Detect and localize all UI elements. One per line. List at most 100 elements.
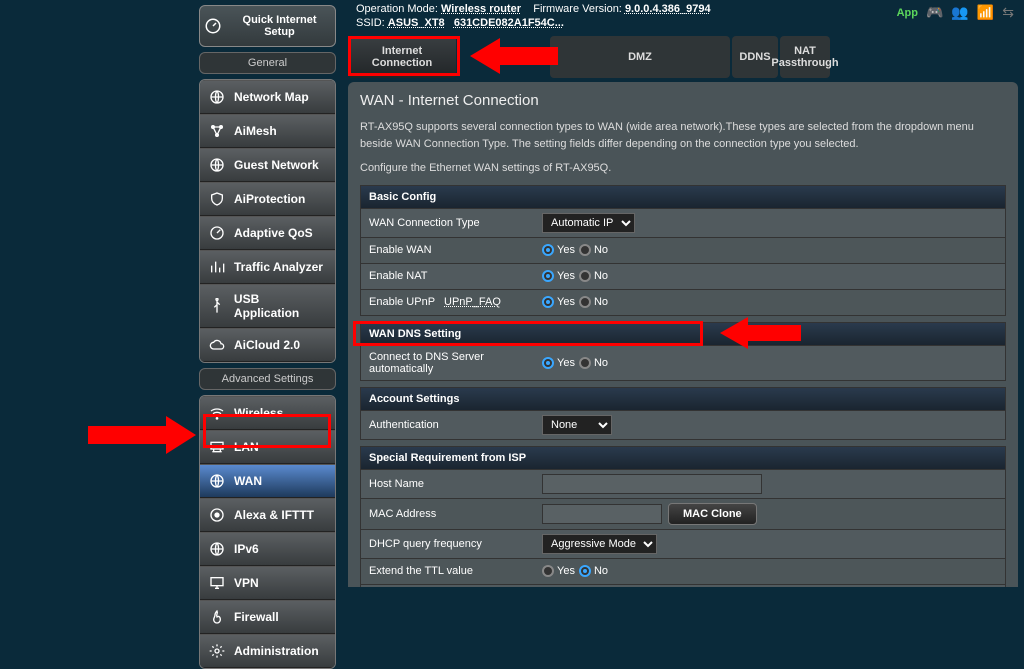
nav-advanced-firewall[interactable]: Firewall: [200, 600, 335, 634]
mac-clone-button[interactable]: MAC Clone: [668, 503, 757, 525]
nav-label: Guest Network: [234, 158, 319, 172]
globe-icon: [208, 88, 226, 106]
alexa-icon: [208, 506, 226, 524]
radio-yes[interactable]: Yes: [542, 565, 575, 577]
nav-general-traffic-analyzer[interactable]: Traffic Analyzer: [200, 250, 335, 284]
globe-icon: [208, 540, 226, 558]
globe-icon: [208, 472, 226, 490]
nav-label: AiProtection: [234, 192, 305, 206]
mesh-icon: [208, 122, 226, 140]
tab-internet-connection[interactable]: Internet Connection: [348, 36, 456, 78]
nav-general-network-map[interactable]: Network Map: [200, 80, 335, 114]
nav-general-aimesh[interactable]: AiMesh: [200, 114, 335, 148]
people-icon[interactable]: 👥: [951, 4, 968, 21]
fw-value[interactable]: 9.0.0.4.386_9794: [625, 3, 711, 16]
nav-general-adaptive-qos[interactable]: Adaptive QoS: [200, 216, 335, 250]
nav-advanced-ipv6[interactable]: IPv6: [200, 532, 335, 566]
dns-section: WAN DNS Setting Connect to DNS Server au…: [360, 322, 1006, 381]
enable-wan-radio[interactable]: Yes No: [536, 240, 1005, 260]
radio-no[interactable]: No: [579, 244, 608, 256]
account-section: Account Settings Authentication None: [360, 387, 1006, 440]
dns-header: WAN DNS Setting: [361, 323, 1005, 345]
radio-yes[interactable]: Yes: [542, 244, 575, 256]
wan-conn-type-label: WAN Connection Type: [361, 212, 536, 234]
nav-advanced-vpn[interactable]: VPN: [200, 566, 335, 600]
basic-config-section: Basic Config WAN Connection Type Automat…: [360, 185, 1006, 316]
nav-label: Alexa & IFTTT: [234, 508, 314, 522]
tab-dmz[interactable]: DMZ: [550, 36, 730, 78]
host-label: Host Name: [361, 473, 536, 495]
shield-icon: [208, 190, 226, 208]
lan-icon: [208, 438, 226, 456]
radio-no[interactable]: No: [579, 565, 608, 577]
host-input[interactable]: [542, 474, 762, 494]
quick-setup-button[interactable]: Quick Internet Setup: [199, 5, 336, 47]
enable-nat-radio[interactable]: Yes No: [536, 266, 1005, 286]
app-label[interactable]: App: [897, 7, 918, 19]
ssid-label: SSID:: [356, 17, 385, 29]
antenna-icon[interactable]: 📶: [977, 4, 994, 21]
nav-general-guest-network[interactable]: Guest Network: [200, 148, 335, 182]
nav-advanced-wan[interactable]: WAN: [200, 464, 335, 498]
gauge-icon: [204, 17, 222, 35]
usb-icon: [208, 297, 226, 315]
ssid-value-2[interactable]: 631CDE082A1F54C...: [454, 17, 564, 30]
nav-label: USB Application: [234, 292, 327, 320]
nav-advanced-lan[interactable]: LAN: [200, 430, 335, 464]
page-title: WAN - Internet Connection: [360, 92, 1006, 109]
nav-advanced-alexa-ifttt[interactable]: Alexa & IFTTT: [200, 498, 335, 532]
radio-yes[interactable]: Yes: [542, 270, 575, 282]
ssid-value-1[interactable]: ASUS_XT8: [388, 17, 445, 30]
fw-label: Firmware Version:: [533, 3, 622, 15]
nav-label: Traffic Analyzer: [234, 260, 323, 274]
radio-no[interactable]: No: [579, 357, 608, 369]
auth-select[interactable]: None: [542, 415, 612, 435]
nav-label: WAN: [234, 474, 262, 488]
nav-label: AiMesh: [234, 124, 277, 138]
advanced-section-header: Advanced Settings: [199, 368, 336, 390]
wan-tabs: Internet ConnectionVirtual Server / Port…: [348, 36, 1024, 78]
nav-advanced-administration[interactable]: Administration: [200, 634, 335, 668]
nav-label: Administration: [234, 644, 319, 658]
radio-yes[interactable]: Yes: [542, 296, 575, 308]
extend-ttl-label: Extend the TTL value: [361, 560, 536, 582]
mac-input[interactable]: [542, 504, 662, 524]
op-mode-value[interactable]: Wireless router: [441, 3, 521, 16]
nav-label: Network Map: [234, 90, 309, 104]
globe-icon: [208, 156, 226, 174]
monitor-icon: [208, 574, 226, 592]
mac-label: MAC Address: [361, 503, 536, 525]
gamepad-icon[interactable]: 🎮: [926, 4, 943, 21]
enable-upnp-label: Enable UPnP: [369, 296, 435, 308]
nav-label: AiCloud 2.0: [234, 338, 300, 352]
nav-label: IPv6: [234, 542, 259, 556]
nav-advanced-wireless[interactable]: Wireless: [200, 396, 335, 430]
radio-no[interactable]: No: [579, 296, 608, 308]
wifi-icon: [208, 404, 226, 422]
nav-label: LAN: [234, 440, 259, 454]
gear-icon: [208, 642, 226, 660]
nav-general-aicloud-2-0[interactable]: AiCloud 2.0: [200, 328, 335, 362]
page-desc-1: RT-AX95Q supports several connection typ…: [360, 119, 1006, 152]
nav-general-aiprotection[interactable]: AiProtection: [200, 182, 335, 216]
basic-config-header: Basic Config: [361, 186, 1005, 208]
extend-ttl-radio[interactable]: Yes No: [536, 561, 1005, 581]
nav-label: Adaptive QoS: [234, 226, 313, 240]
usb-icon[interactable]: ⇆: [1002, 4, 1014, 21]
nav-general-usb-application[interactable]: USB Application: [200, 284, 335, 328]
nav-label: VPN: [234, 576, 259, 590]
dhcp-q-select[interactable]: Aggressive Mode: [542, 534, 657, 554]
upnp-faq-link[interactable]: UPnP_FAQ: [444, 296, 501, 308]
radio-yes[interactable]: Yes: [542, 357, 575, 369]
general-section-header: General: [199, 52, 336, 74]
main-panel: WAN - Internet Connection RT-AX95Q suppo…: [348, 82, 1018, 587]
dns-auto-label: Connect to DNS Server automatically: [361, 346, 536, 380]
account-header: Account Settings: [361, 388, 1005, 410]
dns-auto-radio[interactable]: Yes No: [536, 353, 1005, 373]
dhcp-q-label: DHCP query frequency: [361, 533, 536, 555]
tab-nat-passthrough[interactable]: NAT Passthrough: [780, 36, 830, 78]
enable-upnp-radio[interactable]: Yes No: [536, 292, 1005, 312]
wan-conn-type-select[interactable]: Automatic IP: [542, 213, 635, 233]
radio-no[interactable]: No: [579, 270, 608, 282]
cloud-icon: [208, 336, 226, 354]
